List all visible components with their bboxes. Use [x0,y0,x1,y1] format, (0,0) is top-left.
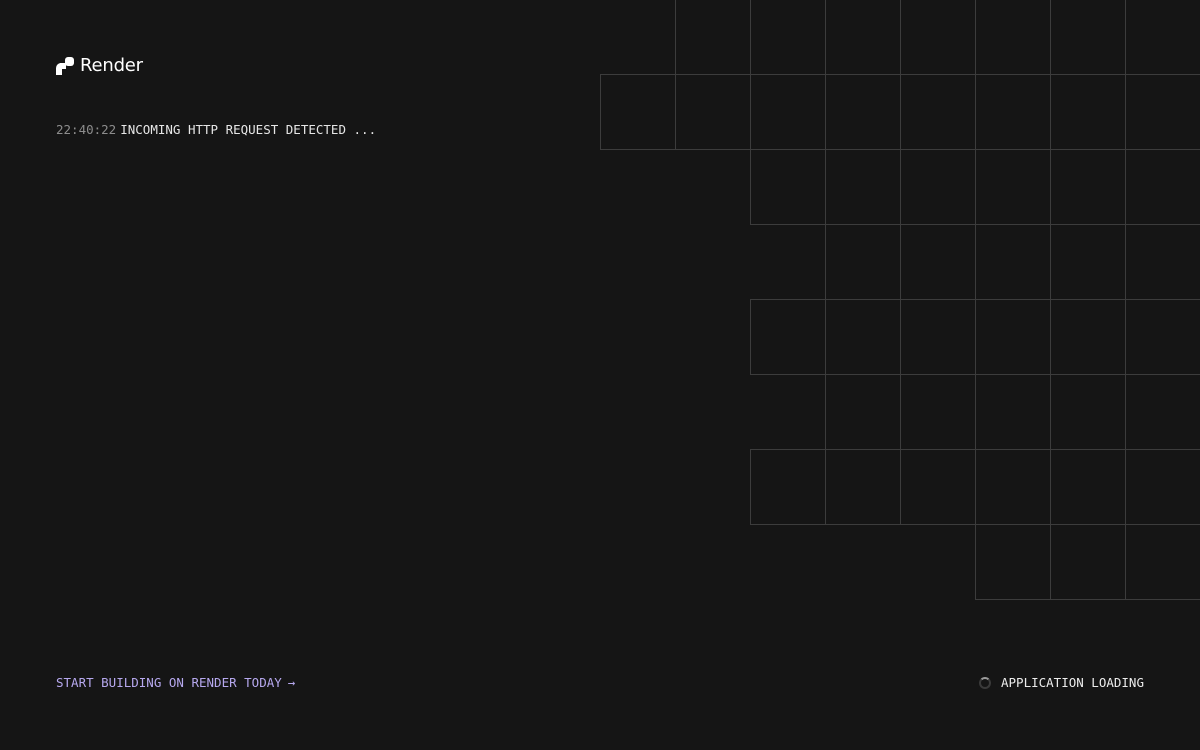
grid-cell [1050,149,1126,225]
grid-cell [975,74,1051,150]
grid-cell [975,449,1051,525]
grid-cell [975,149,1051,225]
grid-cell [1050,449,1126,525]
grid-cell [675,74,751,150]
grid-cell [1125,149,1200,225]
grid-cell [825,0,901,75]
grid-cell [1050,74,1126,150]
grid-cell [1125,74,1200,150]
grid-cell [1125,374,1200,450]
start-building-label: START BUILDING ON RENDER TODAY [56,675,282,690]
grid-cell [975,299,1051,375]
grid-cell [975,224,1051,300]
grid-cell [900,224,976,300]
grid-cell [1050,374,1126,450]
spinner-icon [979,677,991,689]
grid-cell [1050,224,1126,300]
decorative-grid [600,0,1200,600]
grid-cell [1125,0,1200,75]
grid-cell [825,74,901,150]
grid-cell [1050,299,1126,375]
grid-cell [825,149,901,225]
grid-cell [1125,449,1200,525]
grid-cell [1050,524,1126,600]
grid-cell [900,0,976,75]
grid-cell [825,299,901,375]
grid-cell [1125,524,1200,600]
grid-cell [675,0,751,75]
grid-cell [750,74,826,150]
grid-cell [900,149,976,225]
grid-cell [825,224,901,300]
grid-cell [975,524,1051,600]
grid-cell [1125,224,1200,300]
grid-cell [825,374,901,450]
loading-status-label: APPLICATION LOADING [1001,675,1144,690]
grid-cell [900,374,976,450]
grid-cell [900,299,976,375]
grid-cell [975,374,1051,450]
arrow-right-icon: → [287,675,296,690]
loading-status: APPLICATION LOADING [979,675,1144,691]
grid-cell [750,149,826,225]
grid-cell [750,449,826,525]
grid-cell [600,74,676,150]
grid-cell [1125,299,1200,375]
grid-cell [750,0,826,75]
grid-cell [900,74,976,150]
grid-cell [900,449,976,525]
grid-cell [825,449,901,525]
grid-cell [750,299,826,375]
grid-cell [975,0,1051,75]
start-building-link[interactable]: START BUILDING ON RENDER TODAY → [56,675,295,691]
grid-cell [1050,0,1126,75]
